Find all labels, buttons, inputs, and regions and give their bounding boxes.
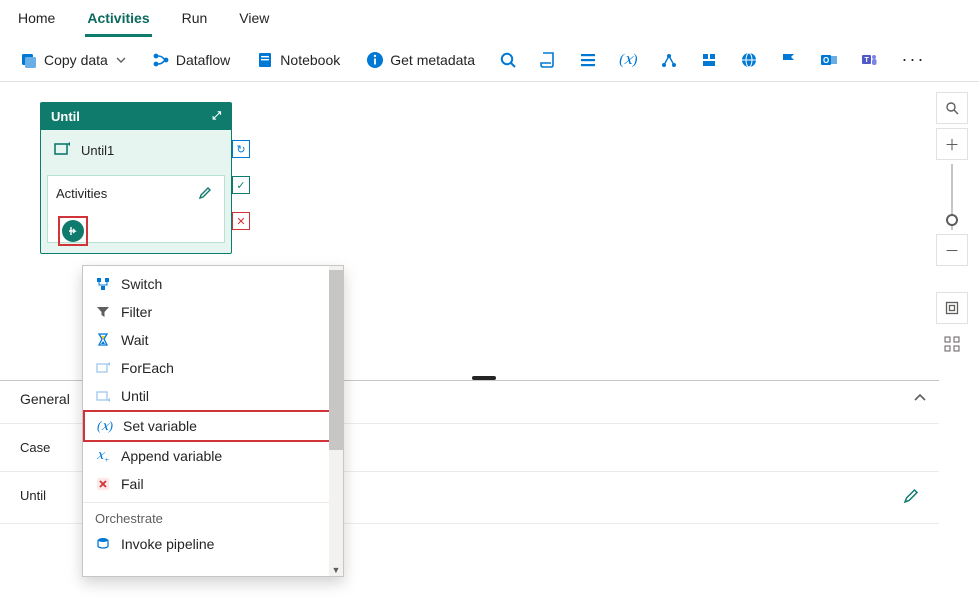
- chevron-down-icon: [116, 55, 126, 65]
- dropdown-group-header: Orchestrate: [83, 502, 343, 530]
- dropdown-item-label: Switch: [121, 276, 162, 292]
- switch-icon: [95, 276, 111, 292]
- variable-brackets-icon[interactable]: (𝑥): [615, 46, 641, 73]
- property-value-case[interactable]: [280, 440, 919, 455]
- dataflow-icon: [152, 51, 170, 69]
- dropdown-item-label: Append variable: [121, 448, 222, 464]
- top-tabbar: Home Activities Run View: [0, 0, 979, 38]
- dropdown-item-label: Fail: [121, 476, 144, 492]
- until-loop-icon: [53, 140, 71, 161]
- databricks-icon[interactable]: [696, 47, 722, 73]
- until-card-title: Until: [51, 109, 80, 124]
- tab-view[interactable]: View: [237, 6, 271, 37]
- dropdown-item-until[interactable]: Until: [83, 382, 343, 410]
- dropdown-scrollbar[interactable]: ▲ ▼: [329, 266, 343, 576]
- dropdown-item-wait[interactable]: Wait: [83, 326, 343, 354]
- globe-icon[interactable]: [736, 47, 762, 73]
- notebook-label: Notebook: [280, 52, 340, 68]
- search-icon[interactable]: [495, 47, 521, 73]
- script-icon[interactable]: [535, 47, 561, 73]
- pipeline-icon: [95, 536, 111, 552]
- dropdown-item-fail[interactable]: Fail: [83, 470, 343, 498]
- property-value-until[interactable]: tivities: [280, 488, 903, 507]
- dropdown-item-label: Set variable: [123, 418, 197, 434]
- zoom-out-button[interactable]: －: [936, 234, 968, 266]
- until-card-header: Until ⤢: [41, 103, 231, 130]
- svg-text:T: T: [864, 57, 869, 64]
- activity-item-icon[interactable]: [62, 220, 84, 242]
- dataflow-label: Dataflow: [176, 52, 230, 68]
- info-icon: [366, 51, 384, 69]
- dropdown-item-filter[interactable]: Filter: [83, 298, 343, 326]
- connector-fail-icon[interactable]: ✕: [232, 212, 250, 230]
- dropdown-item-set-variable[interactable]: (𝑥) Set variable: [83, 410, 343, 442]
- zoom-minimap-button[interactable]: [936, 328, 968, 360]
- zoom-in-button[interactable]: ＋: [936, 128, 968, 160]
- dropdown-item-append-variable[interactable]: 𝑥+ Append variable: [83, 442, 343, 470]
- expand-icon[interactable]: ⤢: [212, 110, 221, 123]
- scroll-down-arrow[interactable]: ▼: [331, 565, 341, 575]
- dropdown-item-foreach[interactable]: ForEach: [83, 354, 343, 382]
- edit-property-button[interactable]: [903, 488, 919, 507]
- teams-icon[interactable]: T: [856, 47, 882, 73]
- list-icon[interactable]: [575, 47, 601, 73]
- dropdown-item-label: Invoke pipeline: [121, 536, 214, 552]
- graph-icon[interactable]: [656, 47, 682, 73]
- dropdown-item-label: ForEach: [121, 360, 174, 376]
- dropdown-item-switch[interactable]: Switch: [83, 270, 343, 298]
- append-icon: 𝑥+: [95, 448, 111, 464]
- zoom-slider-handle[interactable]: [946, 214, 958, 226]
- tab-run[interactable]: Run: [180, 6, 210, 37]
- until-activity-card[interactable]: Until ⤢ Until1 Activities: [40, 102, 232, 254]
- connector-retry-icon[interactable]: ↻: [232, 140, 250, 158]
- copy-data-icon: [20, 51, 38, 69]
- dropdown-item-invoke-pipeline[interactable]: Invoke pipeline: [83, 530, 343, 558]
- more-button[interactable]: ···: [896, 49, 932, 70]
- wait-icon: [95, 332, 111, 348]
- until-activity-name: Until1: [81, 143, 114, 158]
- foreach-icon: [95, 360, 111, 376]
- zoom-search-button[interactable]: [936, 92, 968, 124]
- outlook-icon[interactable]: O: [816, 47, 842, 73]
- until-card-name-row: Until1: [41, 130, 231, 175]
- zoom-slider[interactable]: [951, 164, 953, 230]
- until-icon: [95, 388, 111, 404]
- activities-label: Activities: [56, 186, 107, 201]
- variable-icon: (𝑥): [97, 418, 113, 434]
- connector-flags: ↻ ✓ ✕: [232, 140, 250, 230]
- tab-activities[interactable]: Activities: [85, 6, 151, 37]
- svg-text:O: O: [823, 56, 829, 65]
- dataflow-button[interactable]: Dataflow: [146, 47, 236, 73]
- get-metadata-button[interactable]: Get metadata: [360, 47, 481, 73]
- dropdown-item-label: Wait: [121, 332, 148, 348]
- dropdown-item-label: Until: [121, 388, 149, 404]
- zoom-fit-button[interactable]: [936, 292, 968, 324]
- tab-home[interactable]: Home: [16, 6, 57, 37]
- collapse-panel-button[interactable]: [913, 391, 927, 408]
- activity-picker-dropdown: Switch Filter Wait ForEach Until (𝑥) Set varia…: [82, 265, 344, 577]
- toolbar: Copy data Dataflow Notebook Get metadata…: [0, 38, 979, 82]
- zoom-panel: ＋ －: [933, 92, 971, 360]
- fail-icon: [95, 476, 111, 492]
- copy-data-button[interactable]: Copy data: [14, 47, 132, 73]
- copy-data-label: Copy data: [44, 52, 108, 68]
- edit-activities-button[interactable]: [194, 182, 216, 204]
- filter-icon: [95, 304, 111, 320]
- until-activities-box: Activities: [47, 175, 225, 243]
- notebook-button[interactable]: Notebook: [250, 47, 346, 73]
- notebook-icon: [256, 51, 274, 69]
- connector-success-icon[interactable]: ✓: [232, 176, 250, 194]
- flag-icon[interactable]: [776, 47, 802, 73]
- scroll-thumb[interactable]: [329, 270, 343, 450]
- get-metadata-label: Get metadata: [390, 52, 475, 68]
- properties-tab-general[interactable]: General: [20, 391, 70, 413]
- dropdown-item-label: Filter: [121, 304, 152, 320]
